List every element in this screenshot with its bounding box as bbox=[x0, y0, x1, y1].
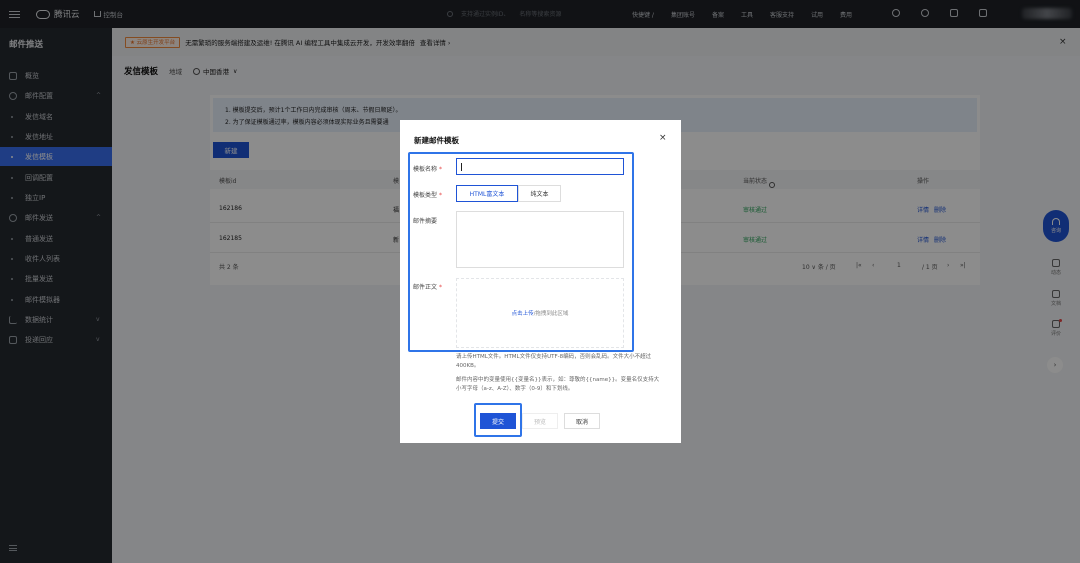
upload-link[interactable]: 点击上传 bbox=[512, 309, 534, 317]
body-label: 邮件正文 * bbox=[413, 284, 443, 291]
new-template-dialog: 新建邮件模板 × 模板名称 * 模板类型 * HTML富文本 纯文本 邮件摘要 邮件… bbox=[400, 120, 681, 443]
type-html-option[interactable]: HTML富文本 bbox=[456, 185, 518, 202]
dialog-title: 新建邮件模板 bbox=[414, 136, 459, 145]
close-icon[interactable]: × bbox=[659, 133, 667, 143]
html-upload-dropzone[interactable]: 点击上传 /拖拽到此区域 bbox=[456, 278, 624, 348]
cancel-button[interactable]: 取消 bbox=[564, 413, 600, 429]
template-name-label: 模板名称 * bbox=[413, 166, 443, 173]
variable-rules: 邮件内容中的变量使用{{变量名}}表示，如：尊敬的{{name}}。变量名仅支持… bbox=[456, 377, 660, 392]
preview-button[interactable]: 预览 bbox=[522, 413, 558, 429]
upload-rules: 请上传HTML文件。HTML文件仅支持UTF-8编码，否则会乱码。文件大小不超过… bbox=[456, 354, 652, 369]
template-name-input[interactable] bbox=[456, 158, 624, 175]
template-type-label: 模板类型 * bbox=[413, 192, 443, 199]
type-plain-text-option[interactable]: 纯文本 bbox=[518, 185, 561, 202]
submit-button[interactable]: 提交 bbox=[480, 413, 516, 429]
summary-label: 邮件摘要 bbox=[413, 218, 438, 225]
upload-hint: /拖拽到此区域 bbox=[533, 311, 569, 317]
summary-textarea[interactable] bbox=[456, 211, 624, 268]
